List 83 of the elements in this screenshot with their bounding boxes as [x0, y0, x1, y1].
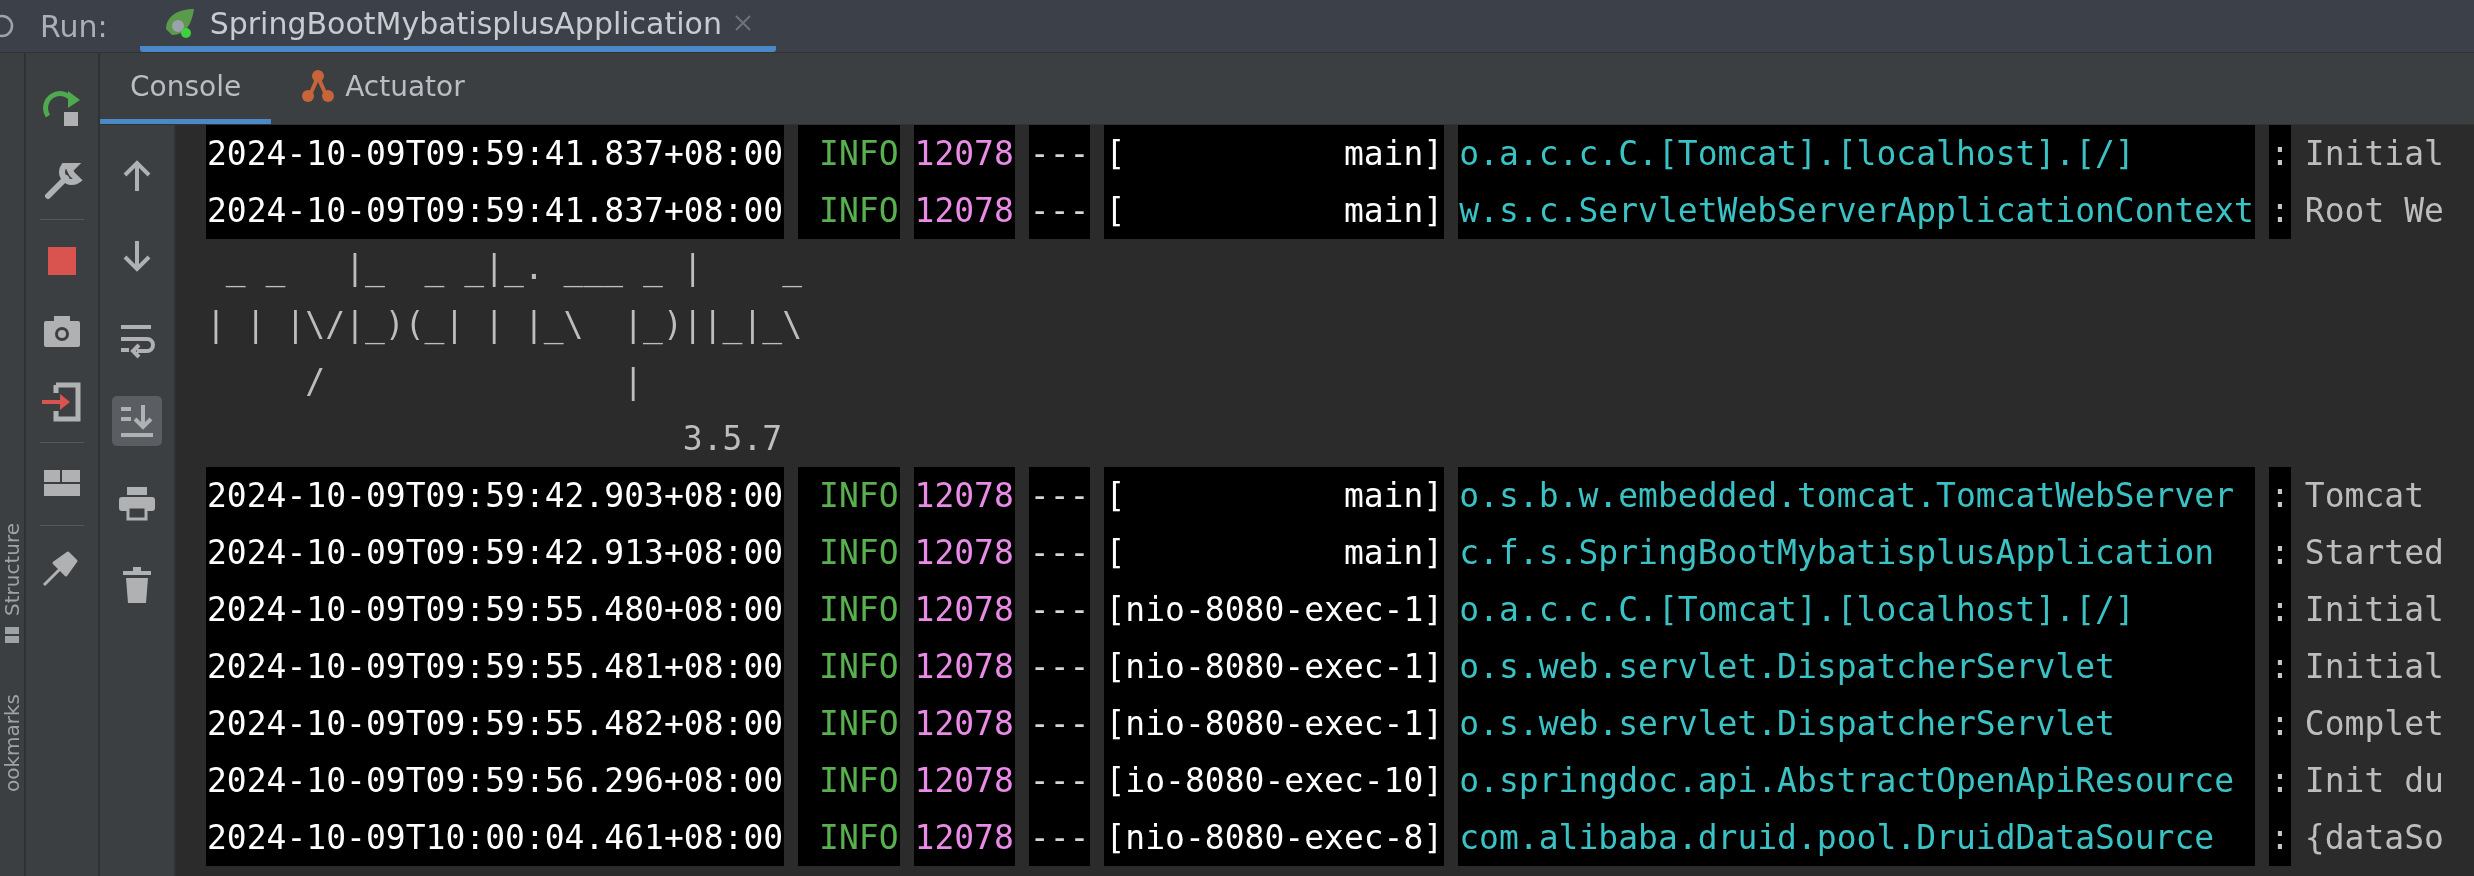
separator-text: ---	[1028, 524, 1091, 581]
process-id: 12078	[913, 638, 1015, 695]
log-message: Started	[2304, 532, 2444, 574]
thread-name: [ main]	[1104, 125, 1445, 182]
process-id: 12078	[913, 695, 1015, 752]
log-level: INFO	[798, 581, 900, 638]
colon-text: :	[2268, 524, 2291, 581]
log-level: INFO	[798, 695, 900, 752]
banner-text: | | |\/|_)(_| | |_\ |_)||_|_\	[206, 304, 803, 347]
colon-text: :	[2268, 752, 2291, 809]
log-level: INFO	[798, 809, 900, 866]
logger-name: o.springdoc.api.AbstractOpenApiResource	[1458, 752, 2255, 809]
log-message: Init du	[2304, 760, 2444, 802]
log-level: INFO	[798, 638, 900, 695]
log-message: Initial	[2304, 646, 2444, 688]
log-level: INFO	[798, 182, 900, 239]
separator-text: ---	[1028, 581, 1091, 638]
colon-text: :	[2268, 809, 2291, 866]
timestamp: 2024-10-09T10:00:04.461+08:00	[206, 809, 785, 866]
thread-name: [nio-8080-exec-1]	[1104, 638, 1445, 695]
log-message: Initial	[2304, 133, 2444, 175]
timestamp: 2024-10-09T09:59:41.837+08:00	[206, 125, 785, 182]
process-id: 12078	[913, 581, 1015, 638]
thread-name: [ main]	[1104, 182, 1445, 239]
thread-name: [ main]	[1104, 524, 1445, 581]
logger-name: o.a.c.c.C.[Tomcat].[localhost].[/]	[1458, 125, 2255, 182]
thread-name: [io-8080-exec-10]	[1104, 752, 1445, 809]
separator-text: ---	[1028, 752, 1091, 809]
logger-name: com.alibaba.druid.pool.DruidDataSource	[1458, 809, 2255, 866]
logger-name: o.s.web.servlet.DispatcherServlet	[1458, 695, 2255, 752]
separator-text: ---	[1028, 695, 1091, 752]
log-message: Complet	[2304, 703, 2444, 745]
separator-text: ---	[1028, 125, 1091, 182]
thread-name: [nio-8080-exec-1]	[1104, 695, 1445, 752]
nodes-icon	[301, 69, 336, 103]
logger-name: w.s.c.ServletWebServerApplicationContext	[1458, 182, 2255, 239]
timestamp: 2024-10-09T09:59:41.837+08:00	[206, 182, 785, 239]
logger-name: o.s.web.servlet.DispatcherServlet	[1458, 638, 2255, 695]
process-id: 12078	[913, 182, 1015, 239]
log-message: Initial	[2304, 589, 2444, 631]
separator-text: ---	[1028, 638, 1091, 695]
log-level: INFO	[798, 125, 900, 182]
logger-name: c.f.s.SpringBootMybatisplusApplication	[1458, 524, 2255, 581]
thread-name: [nio-8080-exec-1]	[1104, 581, 1445, 638]
log-message: Root We	[2304, 190, 2444, 232]
separator-text: ---	[1028, 182, 1091, 239]
log-level: INFO	[798, 524, 900, 581]
log-message: {dataSo	[2304, 817, 2444, 859]
side-panel-tab[interactable]: Structure	[1, 523, 23, 617]
banner-text: 3.5.7	[681, 418, 783, 460]
process-id: 12078	[913, 752, 1015, 809]
console-tool-button[interactable]	[112, 396, 162, 446]
process-id: 12078	[913, 809, 1015, 866]
colon-text: :	[2268, 695, 2291, 752]
colon-text: :	[2268, 182, 2291, 239]
timestamp: 2024-10-09T09:59:42.903+08:00	[206, 467, 785, 524]
thread-name: [ main]	[1104, 467, 1445, 524]
log-level: INFO	[798, 467, 900, 524]
console-tab[interactable]: Actuator	[271, 53, 495, 124]
process-id: 12078	[913, 467, 1015, 524]
timestamp: 2024-10-09T09:59:42.913+08:00	[206, 524, 785, 581]
colon-text: :	[2268, 638, 2291, 695]
structure-icon	[4, 626, 20, 645]
colon-text: :	[2268, 467, 2291, 524]
thread-name: [nio-8080-exec-8]	[1104, 809, 1445, 866]
timestamp: 2024-10-09T09:59:55.480+08:00	[206, 581, 785, 638]
process-id: 12078	[913, 524, 1015, 581]
banner-text: / |	[304, 361, 644, 403]
separator-text: ---	[1028, 809, 1091, 866]
timestamp: 2024-10-09T09:59:55.482+08:00	[206, 695, 785, 752]
colon-text: :	[2268, 125, 2291, 182]
run-label: Run:	[40, 8, 108, 44]
banner-text: _ _ |_ _ _|_. ___ _ | _	[224, 247, 803, 290]
log-message: Tomcat	[2304, 475, 2425, 517]
logger-name: o.s.b.w.embedded.tomcat.TomcatWebServer	[1458, 467, 2255, 524]
colon-text: :	[2268, 581, 2291, 638]
logger-name: o.a.c.c.C.[Tomcat].[localhost].[/]	[1458, 581, 2255, 638]
timestamp: 2024-10-09T09:59:56.296+08:00	[206, 752, 785, 809]
timestamp: 2024-10-09T09:59:55.481+08:00	[206, 638, 785, 695]
log-level: INFO	[798, 752, 900, 809]
process-id: 12078	[913, 125, 1015, 182]
separator-text: ---	[1028, 467, 1091, 524]
side-panel-tab[interactable]: ookmarks	[1, 694, 23, 793]
